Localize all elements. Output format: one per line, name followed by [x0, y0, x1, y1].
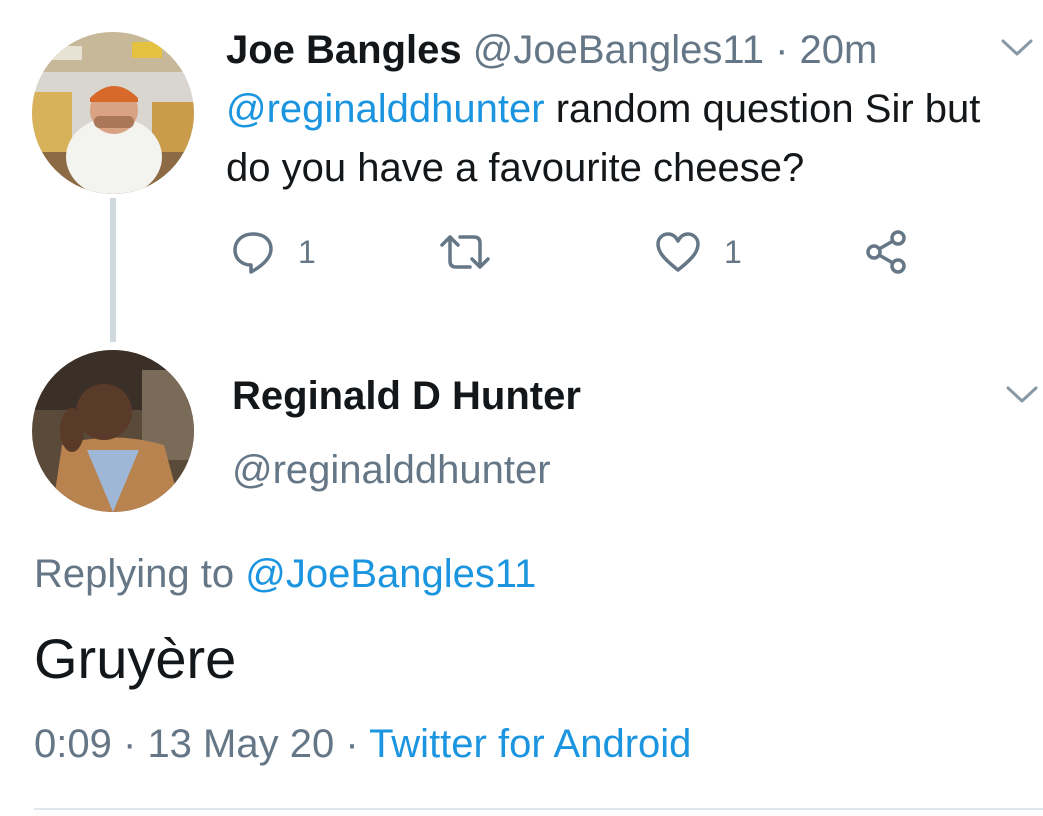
author-name[interactable]: Joe Bangles [226, 28, 462, 72]
like-count: 1 [724, 233, 742, 270]
tweet-header: Joe Bangles @JoeBangles11 · 20m [226, 24, 877, 76]
replying-to-handle[interactable]: @JoeBangles11 [245, 552, 536, 596]
reply-icon [230, 229, 276, 275]
thread-connector-line [110, 198, 116, 342]
reply-text: Gruyère [34, 627, 237, 690]
heart-icon [654, 229, 702, 275]
divider [34, 808, 1043, 810]
share-icon [862, 228, 910, 276]
avatar-reginald-d-hunter[interactable] [32, 350, 194, 512]
reply-author-handle[interactable]: @reginalddhunter [232, 446, 551, 494]
separator-dot: · [122, 722, 137, 766]
reply-time[interactable]: 0:09 [34, 722, 112, 766]
author-handle[interactable]: @JoeBangles11 [473, 28, 764, 72]
like-button[interactable]: 1 [654, 228, 742, 276]
reply-date[interactable]: 13 May 20 [147, 722, 334, 766]
mention-link[interactable]: @reginalddhunter [226, 87, 545, 131]
tweet-thread: Joe Bangles @JoeBangles11 · 20m @reginal… [0, 0, 1043, 816]
reply-count: 1 [298, 233, 316, 270]
tweet-time[interactable]: 20m [800, 28, 878, 72]
reply-author-name[interactable]: Reginald D Hunter [232, 372, 581, 420]
share-button[interactable] [862, 228, 910, 276]
reply-button[interactable]: 1 [230, 228, 316, 276]
source-link[interactable]: Twitter for Android [369, 722, 691, 766]
avatar-joe-bangles[interactable] [32, 32, 194, 194]
tweet-text: @reginalddhunter random question Sir but… [226, 80, 1026, 198]
separator-dot: · [775, 28, 789, 72]
reply-meta: 0:09 · 13 May 20 · Twitter for Android [34, 720, 691, 768]
tweet-actions: 1 1 [226, 228, 946, 276]
retweet-button[interactable] [438, 228, 492, 276]
replying-to-label: Replying to [34, 552, 246, 596]
chevron-down-icon[interactable] [1000, 38, 1034, 58]
retweet-icon [438, 229, 492, 275]
chevron-down-icon[interactable] [1005, 385, 1039, 405]
replying-to-line: Replying to @JoeBangles11 [34, 550, 536, 598]
separator-dot: · [345, 722, 359, 766]
